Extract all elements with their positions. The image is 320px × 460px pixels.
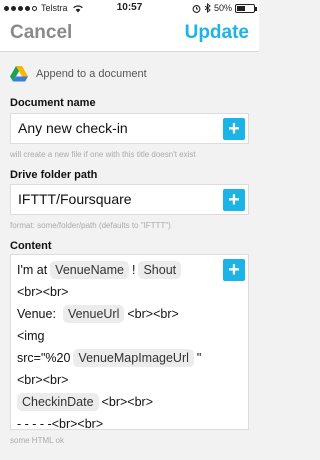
nav-bar: Cancel Update [0, 16, 259, 52]
action-label: Append to a document [36, 68, 147, 80]
alarm-icon [192, 4, 201, 13]
content-label: Content [10, 240, 52, 252]
content-line: CheckinDate <br><br> [17, 391, 223, 413]
google-drive-icon [10, 66, 28, 82]
action-header: Append to a document [10, 66, 147, 82]
drive-folder-label: Drive folder path [10, 169, 98, 181]
content-text-segment: I'm at [17, 263, 48, 277]
cancel-button[interactable]: Cancel [10, 22, 72, 44]
content-line: I'm at VenueName ! Shout [17, 259, 223, 281]
status-right: 50% [192, 3, 257, 13]
bluetooth-icon [204, 3, 211, 13]
content-text-segment: <br><br> [127, 307, 179, 321]
content-text-segment: <br><br> [17, 285, 69, 299]
battery-fill [237, 5, 245, 11]
content-help: some HTML ok [10, 436, 64, 445]
battery-icon [235, 3, 257, 13]
ingredient-venue-url[interactable]: VenueUrl [62, 305, 125, 323]
drive-folder-add-ingredient-button[interactable]: + [223, 189, 245, 211]
battery-percent: 50% [213, 3, 232, 13]
content-line: Venue: VenueUrl <br><br> [17, 303, 223, 325]
content-field[interactable]: I'm at VenueName ! Shout <br><br> Venue:… [10, 254, 249, 431]
document-name-label: Document name [10, 97, 96, 109]
content-text-segment: src="%20 [17, 351, 71, 365]
status-bar: Telstra 10:57 50% [0, 0, 259, 16]
ingredient-shout[interactable]: Shout [138, 261, 182, 279]
drive-folder-help: format: some/folder/path (defaults to "I… [10, 221, 171, 230]
ingredient-venue-map-image-url[interactable]: VenueMapImageUrl [73, 349, 194, 367]
update-button[interactable]: Update [185, 22, 249, 44]
content-line: src="%20 VenueMapImageUrl " [17, 347, 223, 369]
drive-folder-value[interactable]: IFTTT/Foursquare [18, 191, 132, 207]
content-text[interactable]: I'm at VenueName ! Shout <br><br> Venue:… [17, 259, 223, 435]
content-text-segment: Venue: [17, 307, 56, 321]
document-name-help: will create a new file if one with this … [10, 150, 196, 159]
content-line: <br><br> [17, 281, 223, 303]
content-text-segment: ! [131, 263, 136, 277]
content-line: - - - - -<br><br> [17, 413, 223, 435]
document-name-value[interactable]: Any new check-in [18, 120, 128, 136]
content-text-segment: <br><br> [17, 373, 69, 387]
document-name-add-ingredient-button[interactable]: + [223, 118, 245, 140]
content-line: <img [17, 325, 223, 347]
drive-folder-field[interactable]: IFTTT/Foursquare + [10, 184, 249, 215]
content-add-ingredient-button[interactable]: + [223, 259, 245, 281]
content-text-segment: <img [17, 329, 45, 343]
content-text-segment: <br><br> [101, 395, 154, 409]
ingredient-venue-name[interactable]: VenueName [50, 261, 129, 279]
content-line: <br><br> [17, 369, 223, 391]
content-text-segment: " [196, 351, 202, 365]
ingredient-checkin-date[interactable]: CheckinDate [17, 393, 99, 411]
document-name-field[interactable]: Any new check-in + [10, 113, 249, 144]
content-text-segment: - - - - -<br><br> [17, 417, 104, 431]
